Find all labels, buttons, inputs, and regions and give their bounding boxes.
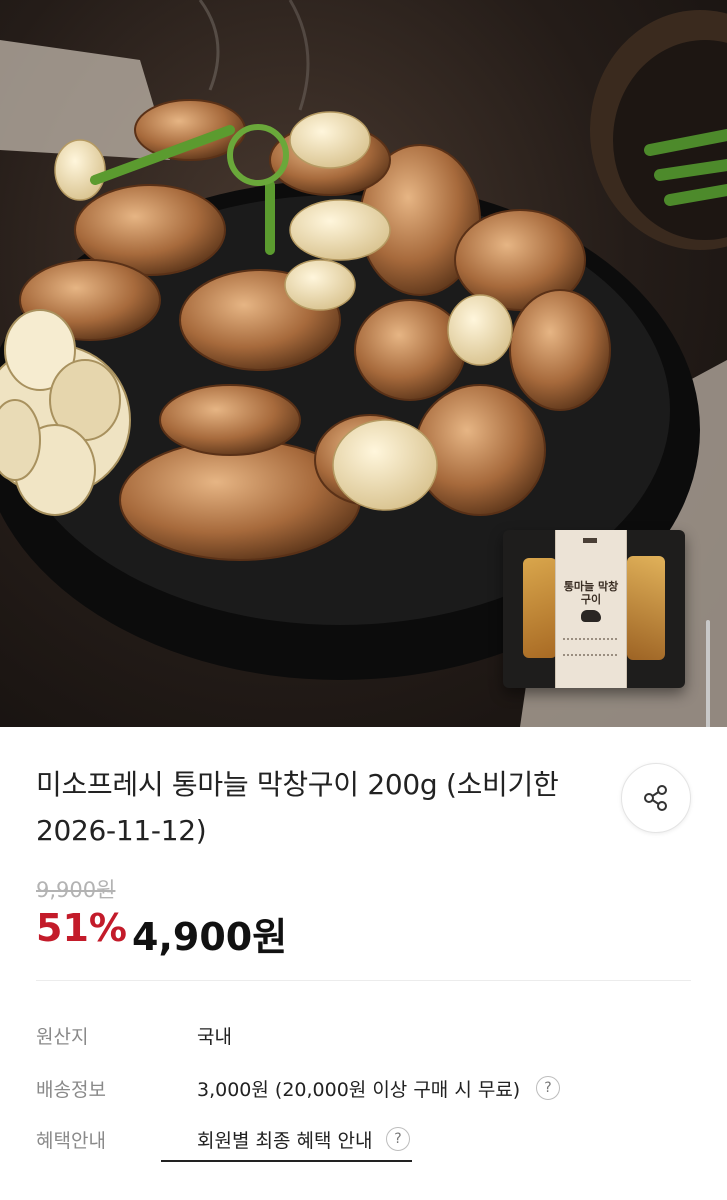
origin-row: 원산지 국내 xyxy=(36,1022,696,1052)
shipping-help-icon[interactable]: ? xyxy=(536,1076,560,1100)
benefit-underline xyxy=(161,1160,412,1162)
original-price: 9,900원 xyxy=(36,878,116,902)
package-thumbnail: 통마늘 막창구이 xyxy=(503,530,685,688)
brand-logo-icon xyxy=(583,538,597,543)
origin-value: 국내 xyxy=(197,1026,232,1048)
sale-price: 4,900원 xyxy=(132,915,288,959)
shipping-label: 배송정보 xyxy=(36,1079,106,1101)
image-scrollbar[interactable] xyxy=(706,620,710,727)
package-meat-left xyxy=(523,558,557,658)
benefit-help-icon[interactable]: ? xyxy=(386,1127,410,1151)
benefit-label: 혜택안내 xyxy=(36,1130,106,1152)
share-button[interactable] xyxy=(621,763,691,833)
package-meat-right xyxy=(627,556,665,660)
package-title: 통마늘 막창구이 xyxy=(563,580,619,606)
shipping-row: 배송정보 3,000원 (20,000원 이상 구매 시 무료) ? xyxy=(36,1075,696,1105)
benefit-link[interactable]: 회원별 최종 혜택 안내 xyxy=(197,1126,372,1153)
divider xyxy=(36,980,691,981)
origin-label: 원산지 xyxy=(36,1026,89,1048)
pig-icon xyxy=(581,610,601,622)
package-label xyxy=(555,530,627,688)
share-icon xyxy=(644,785,667,811)
product-title: 미소프레시 통마늘 막창구이 200g (소비기한 2026-11-12) xyxy=(36,768,559,847)
package-text-lines xyxy=(563,638,617,656)
benefit-row[interactable]: 혜택안내 회원별 최종 혜택 안내 ? xyxy=(36,1126,696,1156)
product-image[interactable]: 통마늘 막창구이 xyxy=(0,0,727,727)
discount-rate: 51% xyxy=(36,906,127,950)
shipping-value: 3,000원 (20,000원 이상 구매 시 무료) xyxy=(197,1079,521,1101)
